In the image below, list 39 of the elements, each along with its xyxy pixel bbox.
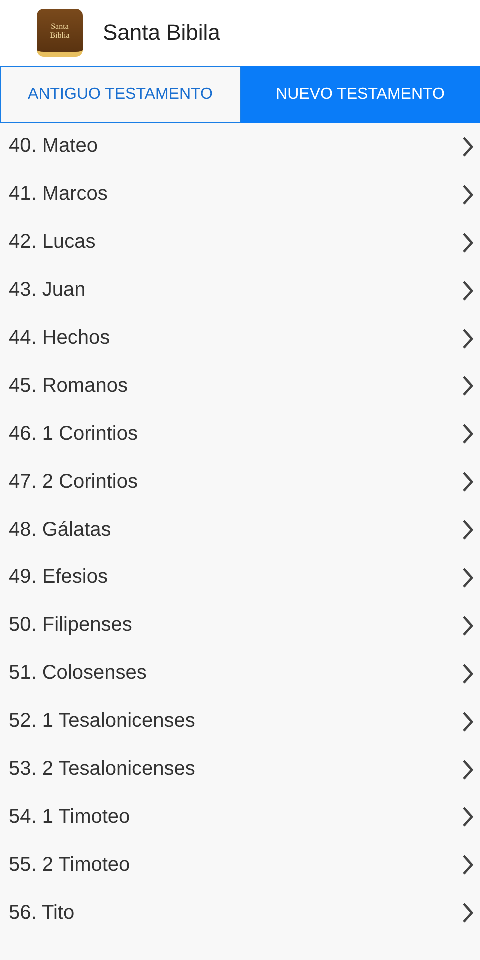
logo-text: Santa: [51, 22, 69, 30]
book-title[interactable]: 54. 1 Timoteo: [9, 806, 130, 829]
chevron-right-icon[interactable]: [462, 328, 474, 350]
chevron-right-icon[interactable]: [462, 758, 474, 781]
chevron-right-icon[interactable]: [462, 902, 474, 924]
chevron-right-icon[interactable]: [462, 854, 474, 876]
chevron-right-icon[interactable]: [462, 710, 474, 733]
chevron-right-icon[interactable]: [462, 136, 474, 158]
chevron-right-icon[interactable]: [462, 280, 474, 302]
chevron-right-icon[interactable]: [462, 662, 474, 685]
book-title[interactable]: 45. Romanos: [9, 374, 128, 398]
logo-text: Biblia: [50, 30, 70, 40]
book-title[interactable]: 53. 2 Tesalonicenses: [9, 758, 196, 782]
book-title[interactable]: 44. Hechos: [9, 327, 110, 350]
book-title[interactable]: 51. Colosenses: [9, 662, 147, 686]
chevron-right-icon[interactable]: [462, 184, 474, 206]
chevron-right-icon[interactable]: [462, 566, 474, 589]
book-title[interactable]: 52. 1 Tesalonicenses: [9, 710, 196, 734]
book-title[interactable]: 47. 2 Corintios: [9, 470, 138, 494]
book-title[interactable]: 41. Marcos: [9, 183, 108, 206]
book-title[interactable]: 49. Efesios: [9, 566, 108, 590]
chevron-right-icon[interactable]: [462, 471, 474, 494]
chevron-right-icon[interactable]: [462, 232, 474, 254]
testament-tab[interactable]: ANTIGUO TESTAMENTO: [0, 66, 241, 123]
testament-tab[interactable]: NUEVO TESTAMENTO: [241, 66, 480, 123]
app-title: Santa Bibila: [103, 20, 220, 46]
chevron-right-icon[interactable]: [462, 614, 474, 637]
chevron-right-icon[interactable]: [462, 519, 474, 542]
chevron-right-icon[interactable]: [462, 375, 474, 398]
book-title[interactable]: 43. Juan: [9, 279, 86, 302]
book-title[interactable]: 48. Gálatas: [9, 518, 112, 542]
chevron-right-icon[interactable]: [462, 806, 474, 828]
book-title[interactable]: 56. Tito: [9, 902, 75, 925]
book-title[interactable]: 42. Lucas: [9, 231, 96, 254]
book-title[interactable]: 40. Mateo: [9, 135, 98, 158]
chevron-right-icon[interactable]: [462, 423, 474, 446]
book-title[interactable]: 50. Filipenses: [9, 614, 132, 638]
book-title[interactable]: 55. 2 Timoteo: [9, 854, 130, 877]
book-title[interactable]: 46. 1 Corintios: [9, 422, 138, 446]
